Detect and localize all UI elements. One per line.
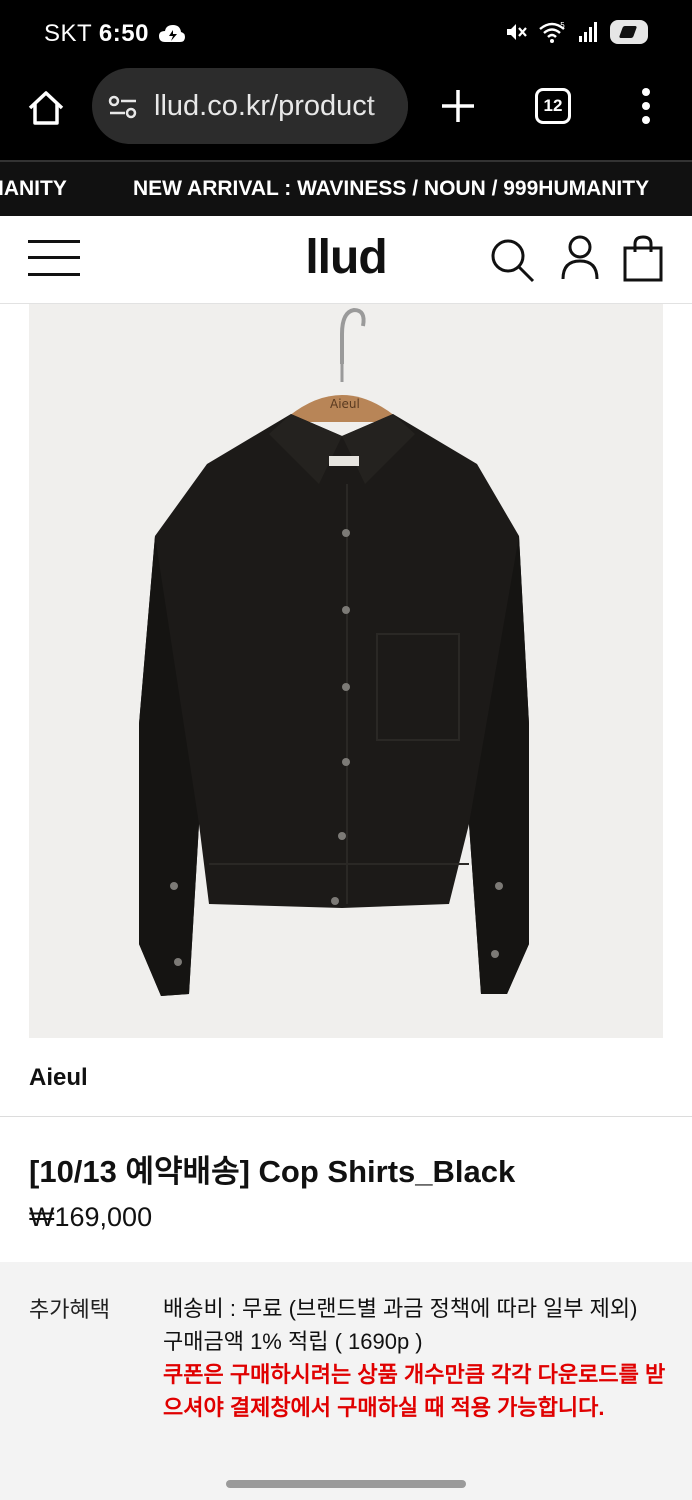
address-bar[interactable]: llud.co.kr/product xyxy=(92,68,408,144)
site-header: llud xyxy=(0,216,692,304)
tab-switcher-button[interactable]: 12 xyxy=(535,88,571,124)
hanger-brand: Aieul xyxy=(330,397,360,411)
site-settings-icon[interactable] xyxy=(108,94,138,120)
sync-cloud-icon xyxy=(159,25,185,42)
product-price: ₩169,000 xyxy=(29,1202,153,1232)
benefits-panel: 추가혜택 배송비 : 무료 (브랜드별 과금 정책에 따라 일부 제외) 구매금… xyxy=(0,1262,692,1500)
points-info: 구매금액 1% 적립 ( 1690p ) xyxy=(163,1329,423,1354)
product-image[interactable]: Aieul xyxy=(29,304,663,1038)
cart-icon[interactable] xyxy=(622,234,664,282)
wifi-icon: 5 xyxy=(539,21,565,43)
brand-name[interactable]: Aieul xyxy=(29,1064,88,1092)
signal-icon xyxy=(579,22,597,42)
clock: 6:50 xyxy=(98,20,149,47)
user-icon[interactable] xyxy=(560,234,600,282)
url-text[interactable]: llud.co.kr/product xyxy=(154,90,375,123)
gesture-handle[interactable] xyxy=(226,1480,466,1488)
browser-toolbar: llud.co.kr/product 12 xyxy=(0,68,692,160)
announcement-marquee[interactable]: IANITY NEW ARRIVAL : WAVINESS / NOUN / 9… xyxy=(0,160,692,216)
carrier-label: SKT xyxy=(44,20,92,47)
status-bar: SKT 6:50 5 xyxy=(0,0,692,68)
new-tab-icon[interactable] xyxy=(438,86,478,126)
url-fade xyxy=(368,68,408,144)
home-icon[interactable] xyxy=(26,88,66,128)
mute-icon xyxy=(507,24,527,40)
marquee-fragment: IANITY xyxy=(0,177,67,200)
status-carrier-time: SKT 6:50 xyxy=(44,20,149,48)
shirt-illustration: Aieul xyxy=(139,307,529,996)
marquee-text[interactable]: NEW ARRIVAL : WAVINESS / NOUN / 999HUMAN… xyxy=(133,177,649,201)
battery-icon xyxy=(610,20,648,44)
shipping-info: 배송비 : 무료 (브랜드별 과금 정책에 따라 일부 제외) xyxy=(163,1296,638,1321)
product-title: [10/13 예약배송] Cop Shirts_Black xyxy=(29,1154,516,1189)
more-options-icon[interactable] xyxy=(636,86,656,126)
status-icons: 5 xyxy=(504,20,648,44)
benefits-body: 배송비 : 무료 (브랜드별 과금 정책에 따라 일부 제외) 구매금액 1% … xyxy=(163,1292,673,1424)
svg-text:5: 5 xyxy=(560,21,565,30)
search-icon[interactable] xyxy=(488,236,536,284)
divider xyxy=(0,1116,692,1117)
benefits-label: 추가혜택 xyxy=(29,1297,110,1322)
coupon-notice: 쿠폰은 구매하시려는 상품 개수만큼 각각 다운로드를 받으셔야 결제창에서 구… xyxy=(163,1362,666,1420)
